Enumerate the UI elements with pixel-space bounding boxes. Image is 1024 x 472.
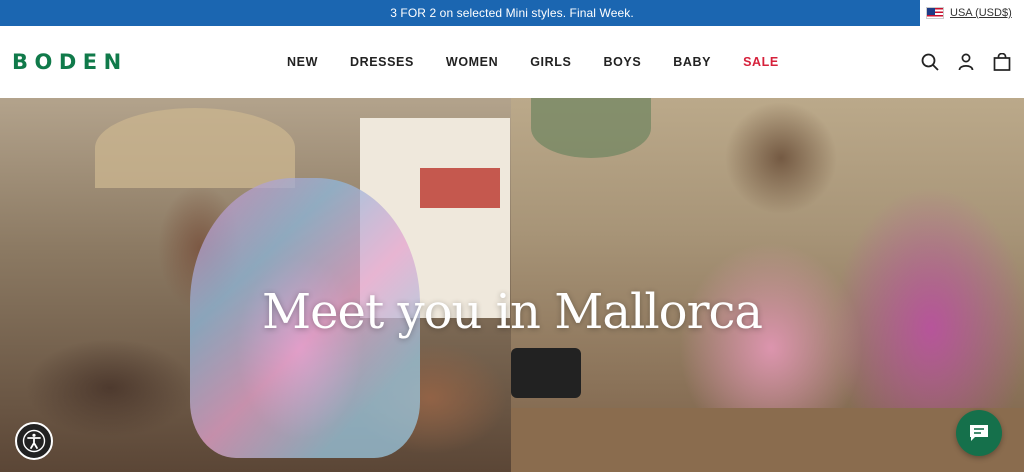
hero-table-shape: [511, 408, 1024, 472]
search-icon[interactable]: [920, 52, 940, 72]
hero-banner[interactable]: Meet you in Mallorca: [0, 98, 1024, 472]
hero-sign-shape: [95, 108, 295, 188]
logo[interactable]: BODEN: [12, 50, 128, 74]
region-label[interactable]: USA (USD$): [950, 7, 1012, 19]
main-nav: NEW DRESSES WOMEN GIRLS BOYS BABY SALE: [287, 55, 811, 69]
chat-icon[interactable]: [956, 410, 1002, 456]
nav-item-women[interactable]: WOMEN: [446, 55, 498, 69]
header-icons: [920, 52, 1012, 72]
hero-shop-sign-shape: [420, 168, 500, 208]
nav-item-girls[interactable]: GIRLS: [530, 55, 571, 69]
nav-item-dresses[interactable]: DRESSES: [350, 55, 414, 69]
region-selector[interactable]: USA (USD$): [920, 0, 1024, 26]
nav-item-sale[interactable]: SALE: [743, 55, 779, 69]
nav-item-baby[interactable]: BABY: [673, 55, 711, 69]
account-icon[interactable]: [956, 52, 976, 72]
accessibility-icon[interactable]: [15, 422, 53, 460]
site-header: BODEN NEW DRESSES WOMEN GIRLS BOYS BABY …: [0, 26, 1024, 98]
promo-text[interactable]: 3 FOR 2 on selected Mini styles. Final W…: [390, 6, 634, 20]
bag-icon[interactable]: [992, 52, 1012, 72]
nav-item-boys[interactable]: BOYS: [603, 55, 641, 69]
hero-pot-shape: [511, 348, 581, 398]
promo-bar[interactable]: 3 FOR 2 on selected Mini styles. Final W…: [0, 0, 1024, 26]
us-flag-icon: [926, 7, 944, 19]
hero-title[interactable]: Meet you in Mallorca: [0, 284, 1024, 340]
hero-tree-shape: [531, 98, 651, 158]
nav-item-new[interactable]: NEW: [287, 55, 318, 69]
